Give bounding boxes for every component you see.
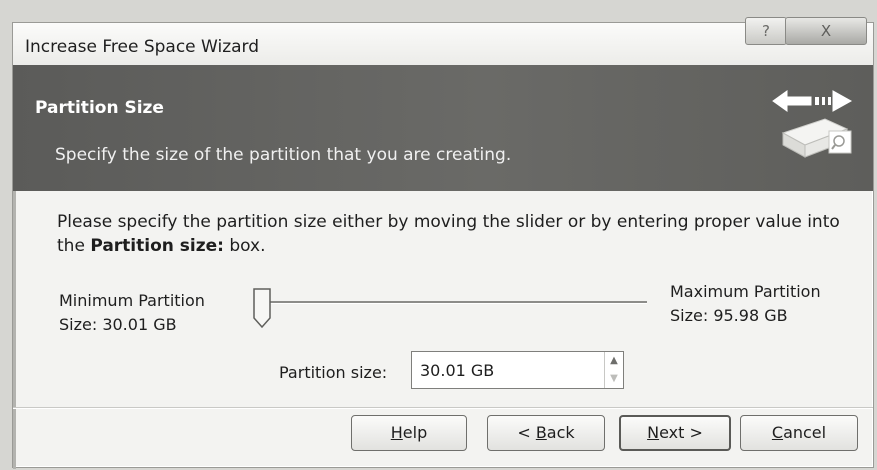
partition-slider-track[interactable] <box>269 301 647 304</box>
wizard-content: Please specify the partition size either… <box>13 191 873 401</box>
maximum-partition-label: Maximum Partition Size: 95.98 GB <box>670 282 821 325</box>
footer-divider <box>13 407 873 409</box>
spin-up-icon[interactable]: ▲ <box>605 352 623 370</box>
partition-slider-thumb[interactable] <box>253 288 271 328</box>
minimum-partition-label: Minimum Partition Size: 30.01 GB <box>59 291 205 334</box>
window-title: Increase Free Space Wizard <box>25 37 260 57</box>
help-button[interactable]: Help <box>351 415 467 451</box>
wizard-window: Increase Free Space Wizard ? X Partition… <box>12 17 874 469</box>
disk-resize-icon <box>772 90 853 158</box>
partition-size-reference: Partition size: <box>90 236 224 256</box>
partition-size-spinner[interactable]: ▲ ▼ <box>604 352 623 388</box>
partition-size-label: Partition size: <box>279 363 388 382</box>
instruction-text: Please specify the partition size either… <box>57 212 840 256</box>
page-title: Partition Size <box>35 98 164 118</box>
help-caption-button[interactable]: ? <box>745 17 787 45</box>
back-button[interactable]: < Back <box>487 415 605 451</box>
title-bar: Increase Free Space Wizard ? X <box>13 17 873 65</box>
page-subtitle: Specify the size of the partition that y… <box>55 145 512 165</box>
cancel-button[interactable]: Cancel <box>740 415 858 451</box>
next-button[interactable]: Next > <box>619 415 731 451</box>
partition-size-value[interactable]: 30.01 GB <box>420 361 494 380</box>
close-button[interactable]: X <box>785 17 867 45</box>
wizard-header: Partition Size Specify the size of the p… <box>13 65 873 191</box>
spin-down-icon[interactable]: ▼ <box>605 370 623 388</box>
partition-size-input[interactable]: 30.01 GB ▲ ▼ <box>411 351 624 389</box>
